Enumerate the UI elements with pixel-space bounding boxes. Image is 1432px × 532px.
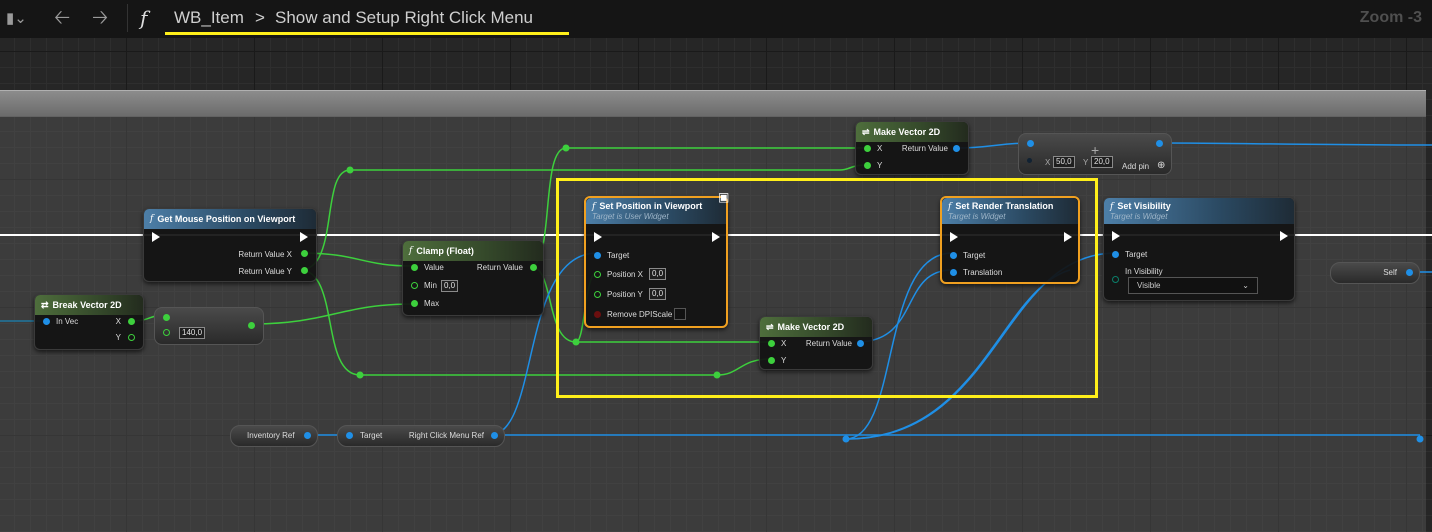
pin-label: Inventory Ref: [247, 431, 295, 440]
pin-value[interactable]: [411, 264, 418, 271]
pin-label: Max: [424, 299, 440, 308]
pin-max[interactable]: [411, 300, 418, 307]
pin-label: Target: [1125, 250, 1148, 259]
exec-out-pin[interactable]: [300, 232, 308, 242]
pin-label: Self: [1383, 268, 1397, 277]
add-pin-button[interactable]: Add pin: [1122, 162, 1149, 171]
function-icon: f: [409, 246, 413, 256]
pin-label: Y: [1083, 158, 1089, 167]
wire-add-out: [1159, 142, 1432, 146]
x-field[interactable]: 50,0: [1053, 156, 1075, 168]
add-circle-icon[interactable]: ⊕: [1157, 160, 1165, 171]
pin-b[interactable]: [1027, 158, 1032, 163]
pin-target[interactable]: [346, 432, 353, 439]
make-icon: ⇌: [862, 126, 870, 137]
visibility-dropdown[interactable]: Visible ⌄: [1128, 277, 1258, 294]
highlight-box: [556, 178, 1098, 398]
pin-label: In Vec: [56, 317, 79, 326]
pin-return-x[interactable]: [301, 250, 308, 257]
function-icon: f: [150, 214, 154, 224]
y-field[interactable]: 20,0: [1091, 156, 1113, 168]
pin-label: Return Value Y: [238, 267, 292, 276]
node-title: Make Vector 2D: [873, 127, 941, 137]
pin-label: X: [1045, 158, 1051, 167]
pin-label: Right Click Menu Ref: [408, 431, 484, 440]
pin-y[interactable]: [864, 162, 871, 169]
pin-result[interactable]: [248, 322, 255, 329]
pin-label: Y: [115, 333, 121, 342]
min-field[interactable]: 0,0: [441, 280, 459, 292]
dropdown-value: Visible: [1137, 281, 1161, 290]
value-field[interactable]: 140,0: [179, 327, 206, 339]
pin-in-vec[interactable]: [43, 318, 50, 325]
node-make-vector-2d-top[interactable]: ⇌ Make Vector 2D X Y Return Value: [855, 121, 969, 175]
pin-x[interactable]: [864, 145, 871, 152]
node-break-vector-2d[interactable]: ⇄ Break Vector 2D In Vec X Y: [34, 294, 144, 350]
exec-out-pin[interactable]: [1280, 231, 1288, 241]
pin-label: Value: [424, 263, 444, 272]
node-right-click-menu-ref[interactable]: Target Right Click Menu Ref: [337, 425, 505, 447]
pin-y[interactable]: [128, 334, 135, 341]
pin-label: Min: [424, 281, 437, 290]
node-multiply[interactable]: 140,0: [154, 307, 264, 345]
node-clamp-float[interactable]: f Clamp (Float) Value Return Value Min 0,…: [402, 240, 544, 316]
pin-inventory-ref[interactable]: [304, 432, 311, 439]
pin-return[interactable]: [1156, 140, 1163, 147]
pin-self[interactable]: [1406, 269, 1413, 276]
pin-min[interactable]: [411, 282, 418, 289]
chevron-down-icon: ⌄: [1242, 281, 1249, 290]
node-self[interactable]: Self: [1330, 262, 1420, 284]
pin-return[interactable]: [530, 264, 537, 271]
node-inventory-ref[interactable]: Inventory Ref: [230, 425, 318, 447]
pin-label: Y: [877, 161, 883, 170]
node-set-visibility[interactable]: f Set Visibility Target is Widget Target …: [1103, 197, 1295, 301]
pin-b[interactable]: [163, 329, 170, 336]
node-title: Set Visibility: [1117, 201, 1171, 211]
pin-label: Return Value: [901, 144, 948, 153]
pin-a[interactable]: [163, 314, 170, 321]
function-icon: f: [1110, 202, 1114, 212]
node-title: Break Vector 2D: [52, 300, 122, 310]
pin-return[interactable]: [953, 145, 960, 152]
node-get-mouse-position[interactable]: f Get Mouse Position on Viewport Return V…: [143, 208, 317, 282]
node-add-vector[interactable]: + X 50,0 Y 20,0 Add pin ⊕: [1018, 133, 1172, 175]
pin-label: In Visibility: [1125, 267, 1163, 276]
pin-x[interactable]: [128, 318, 135, 325]
exec-in-pin[interactable]: [1112, 231, 1120, 241]
pin-a[interactable]: [1027, 140, 1034, 147]
pin-label: X: [877, 144, 883, 153]
wire-mult-clampmax: [249, 303, 414, 325]
pin-label: Target: [360, 431, 383, 440]
pin-label: X: [115, 317, 121, 326]
pin-right-click-menu-ref[interactable]: [491, 432, 498, 439]
break-icon: ⇄: [41, 299, 49, 310]
pin-return-y[interactable]: [301, 267, 308, 274]
pin-label: Return Value X: [238, 250, 292, 259]
node-title: Clamp (Float): [416, 246, 474, 256]
node-title: Get Mouse Position on Viewport: [157, 214, 296, 224]
node-subtitle: Target is Widget: [1110, 212, 1168, 221]
pin-label: Return Value: [476, 263, 523, 272]
exec-in-pin[interactable]: [152, 232, 160, 242]
pin-in-visibility[interactable]: [1112, 276, 1119, 283]
pin-target[interactable]: [1112, 251, 1119, 258]
